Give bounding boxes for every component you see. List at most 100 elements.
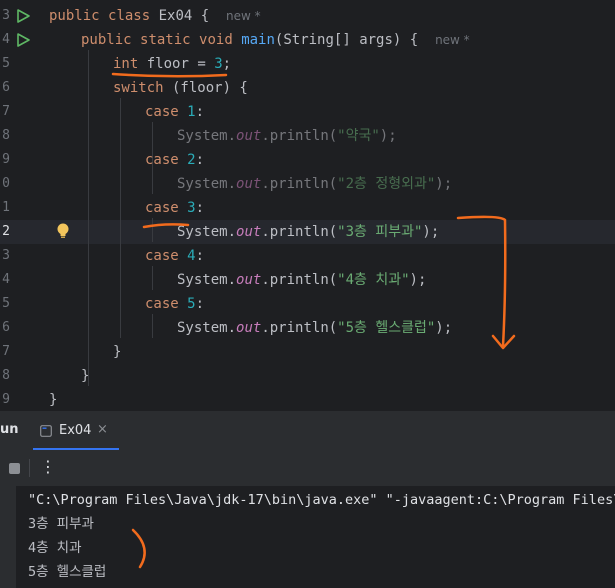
more-options-icon[interactable]: ⋮ [40,457,56,476]
indent-guide [152,266,153,290]
code-line-case[interactable]: case 1: [145,100,204,124]
colon: : [195,248,205,264]
line-number: 9 [2,152,10,167]
number-literal: 3 [187,200,196,216]
inlay-hint: new * [226,9,261,23]
string-literal: "약국" [337,128,380,144]
line-number: 0 [2,176,10,191]
system-class: System. [177,272,237,288]
line-number: 5 [2,56,10,71]
string-literal: "3층 피부과" [337,224,423,240]
keyword: case [145,104,179,120]
console-window-icon [40,425,52,437]
code-line-main[interactable]: public static void main(String[] args) {… [81,28,470,52]
tab-label: Ex04 [59,423,92,438]
out-field: out [236,224,262,240]
number-literal: 4 [187,248,196,264]
toolbar-divider [29,459,30,477]
console-output[interactable]: "C:\Program Files\Java\jdk-17\bin\java.e… [0,486,615,588]
keyword: class [108,8,151,24]
operator: = [188,56,215,72]
line-number: 6 [2,320,10,335]
call-end: ); [422,224,440,240]
line-number: 3 [2,8,10,23]
params: (String[] args) { [274,32,419,48]
keyword: case [145,152,179,168]
code-line-case[interactable]: case 4: [145,244,204,268]
indent-guide [120,98,121,338]
call-end: ); [409,272,427,288]
code-line-print[interactable]: System.out.println("2층 정형외과"); [177,172,452,196]
code-line-switch[interactable]: switch (floor) { [113,76,248,100]
println-call: .println( [261,176,338,192]
line-number: 6 [2,80,10,95]
code-line-print[interactable]: System.out.println("3층 피부과"); [177,220,439,244]
code-line-class[interactable]: public class Ex04 { new * [49,4,261,28]
code-line-print[interactable]: System.out.println("4층 치과"); [177,268,426,292]
line-number: 4 [2,32,10,47]
code-line-case[interactable]: case 3: [145,196,204,220]
method-name: main [241,32,275,48]
close-icon[interactable]: × [97,422,108,437]
line-number: 5 [2,296,10,311]
out-field: out [236,320,262,336]
println-call: .println( [261,224,338,240]
line-number: 8 [2,368,10,383]
code-line-close-main[interactable]: } [81,364,89,388]
run-panel-title: un [0,422,19,437]
switch-expr: (floor) { [163,80,248,96]
keyword: int [113,56,139,72]
println-call: .println( [261,128,338,144]
colon: : [195,152,205,168]
code-editor[interactable]: 3 4 5 6 7 8 9 0 1 2 3 4 5 6 7 8 9 public… [0,0,615,410]
inlay-hint: new * [435,33,470,47]
out-field: out [236,176,262,192]
tab-ex04[interactable]: Ex04 × [33,411,119,451]
code-line-case[interactable]: case 5: [145,292,204,316]
line-number: 9 [2,392,10,407]
colon: : [195,296,205,312]
call-end: ); [379,128,397,144]
string-literal: "2층 정형외과" [337,176,436,192]
line-number: 7 [2,344,10,359]
stop-square-icon[interactable] [9,463,20,474]
indent-guide [88,50,89,386]
semicolon: ; [222,56,232,72]
code-line-floor-decl[interactable]: int floor = 3; [113,52,231,76]
code-line-print[interactable]: System.out.println("약국"); [177,124,397,148]
out-field: out [236,128,262,144]
variable: floor [146,56,189,72]
keyword: case [145,248,179,264]
run-class-play-icon[interactable] [16,9,30,23]
number-literal: 3 [214,56,223,72]
console-output-line: 4층 치과 [28,540,82,556]
run-main-play-icon[interactable] [16,33,30,47]
number-literal: 1 [187,104,196,120]
lightbulb-icon[interactable] [55,222,71,240]
keyword: switch [113,80,164,96]
console-command-line: "C:\Program Files\Java\jdk-17\bin\java.e… [28,492,615,508]
keyword: case [145,200,179,216]
code-line-close-switch[interactable]: } [113,340,121,364]
code-line-close-class[interactable]: } [49,388,57,410]
indent-guide [152,314,153,338]
console-output-line: 3층 피부과 [28,516,94,532]
system-class: System. [177,224,237,240]
keyword: void [199,32,233,48]
string-literal: "4층 치과" [337,272,410,288]
keyword: case [145,296,179,312]
println-call: .println( [261,320,338,336]
line-number: 8 [2,128,10,143]
run-toolbar: ⋮ [0,450,615,486]
class-name: Ex04 { [158,8,210,24]
call-end: ); [435,320,453,336]
system-class: System. [177,320,237,336]
line-number: 3 [2,248,10,263]
string-literal: "5층 헬스클럽" [337,320,436,336]
console-output-line: 5층 헬스클럽 [28,564,107,580]
console-side-strip [0,486,16,588]
indent-guide [152,170,153,194]
keyword: public [49,8,100,24]
code-line-print[interactable]: System.out.println("5층 헬스클럽"); [177,316,452,340]
code-line-case[interactable]: case 2: [145,148,204,172]
